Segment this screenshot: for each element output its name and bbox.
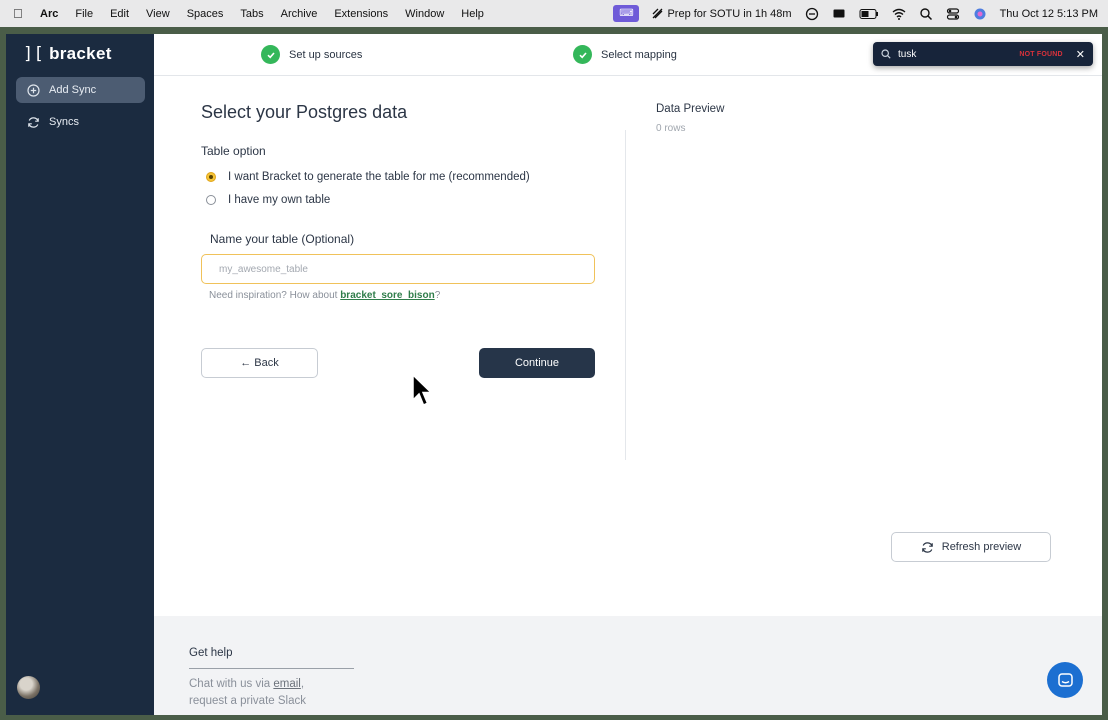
mouse-cursor-icon	[412, 374, 433, 407]
menu-spaces[interactable]: Spaces	[187, 8, 224, 20]
hint-prefix: Need inspiration? How about	[209, 290, 341, 301]
spotlight-search-icon[interactable]	[919, 7, 933, 21]
menu-archive[interactable]: Archive	[281, 8, 318, 20]
battery-icon[interactable]	[859, 8, 879, 20]
help-line-suffix: ,	[300, 678, 305, 690]
data-preview-title: Data Preview	[656, 103, 725, 115]
find-status: NOT FOUND	[1019, 50, 1063, 58]
menubar-status-area: ⌨ Prep for SOTU in 1h 48m Thu Oct 12 5:1…	[613, 0, 1098, 27]
suggested-name-link[interactable]: bracket_sore_bison	[340, 290, 435, 301]
radio-generate-table[interactable]: I want Bracket to generate the table for…	[206, 171, 530, 183]
footer-divider	[189, 668, 354, 669]
sidebar-item-label: Syncs	[49, 116, 79, 128]
step-label: Set up sources	[289, 48, 363, 61]
help-line-email: Chat with us via email,	[189, 678, 304, 690]
search-icon	[881, 49, 891, 59]
step-label: Select mapping	[601, 48, 677, 61]
get-help-title: Get help	[189, 647, 233, 659]
step-select-mapping[interactable]: Select mapping	[573, 45, 677, 64]
calendar-event-icon	[652, 8, 663, 19]
refresh-icon	[27, 116, 40, 129]
refresh-icon	[921, 541, 933, 553]
calendar-event[interactable]: Prep for SOTU in 1h 48m	[652, 7, 792, 20]
help-footer: Get help Chat with us via email, request…	[154, 616, 1102, 715]
focus-icon[interactable]	[805, 7, 819, 21]
continue-button[interactable]: Continue	[479, 348, 595, 378]
radio-unchecked-icon[interactable]	[206, 195, 216, 205]
radio-label: I have my own table	[228, 194, 331, 206]
brand-logo[interactable]: ][ bracket	[23, 44, 112, 64]
menu-file[interactable]: File	[75, 8, 93, 20]
email-link[interactable]: email	[273, 678, 300, 690]
radio-checked-icon[interactable]	[206, 172, 216, 182]
control-center-icon[interactable]	[946, 7, 960, 21]
menu-extensions[interactable]: Extensions	[334, 8, 388, 20]
name-hint: Need inspiration? How about bracket_sore…	[209, 290, 440, 301]
siri-icon[interactable]	[973, 7, 987, 21]
app-window: ][ bracket Add Sync Syncs Set up sources	[6, 34, 1102, 715]
page-title: Select your Postgres data	[201, 102, 408, 122]
display-icon[interactable]	[832, 7, 846, 21]
menu-tabs[interactable]: Tabs	[240, 8, 263, 20]
table-name-input[interactable]	[201, 254, 595, 284]
sidebar: ][ bracket Add Sync Syncs	[6, 34, 154, 715]
sidebar-item-label: Add Sync	[49, 84, 97, 96]
macos-menubar:  Arc File Edit View Spaces Tabs Archive…	[0, 0, 1108, 27]
refresh-preview-label: Refresh preview	[941, 541, 1022, 553]
data-preview-row-count: 0 rows	[656, 123, 686, 134]
check-icon	[261, 45, 280, 64]
step-set-up-sources[interactable]: Set up sources	[261, 45, 362, 64]
menu-edit[interactable]: Edit	[110, 8, 129, 20]
menu-help[interactable]: Help	[461, 8, 484, 20]
check-icon	[573, 45, 592, 64]
sidebar-item-syncs[interactable]: Syncs	[16, 109, 145, 135]
avatar[interactable]	[17, 676, 40, 699]
sidebar-item-add-sync[interactable]: Add Sync	[16, 77, 145, 103]
plus-circle-icon	[27, 83, 40, 97]
calendar-event-text: Prep for SOTU in 1h 48m	[667, 7, 792, 20]
menu-window[interactable]: Window	[405, 8, 444, 20]
table-name-label: Name your table (Optional)	[210, 232, 355, 246]
screen-record-icon[interactable]: ⌨	[613, 5, 640, 22]
back-button[interactable]: ← Back	[201, 348, 318, 378]
radio-own-table[interactable]: I have my own table	[206, 194, 330, 206]
radio-label: I want Bracket to generate the table for…	[228, 171, 530, 183]
menu-view[interactable]: View	[146, 8, 170, 20]
wifi-icon[interactable]	[892, 7, 906, 21]
brand-name: bracket	[49, 44, 112, 63]
chat-icon	[1057, 672, 1073, 687]
table-option-label: Table option	[201, 144, 266, 158]
help-line-slack: request a private Slack	[189, 695, 306, 707]
close-icon[interactable]: ✕	[1076, 48, 1085, 61]
find-input[interactable]	[898, 48, 1008, 60]
menu-app-name[interactable]: Arc	[40, 8, 58, 20]
apple-icon[interactable]: 	[13, 6, 27, 21]
vertical-divider	[625, 130, 626, 460]
menubar-clock[interactable]: Thu Oct 12 5:13 PM	[1000, 8, 1098, 20]
refresh-preview-button[interactable]: Refresh preview	[891, 532, 1051, 562]
find-bar: NOT FOUND ✕	[873, 42, 1093, 66]
chat-launcher-button[interactable]	[1047, 662, 1083, 698]
hint-suffix: ?	[434, 290, 441, 301]
help-line-prefix: Chat with us via	[189, 678, 274, 690]
brand-logo-icon: ][	[23, 44, 45, 64]
